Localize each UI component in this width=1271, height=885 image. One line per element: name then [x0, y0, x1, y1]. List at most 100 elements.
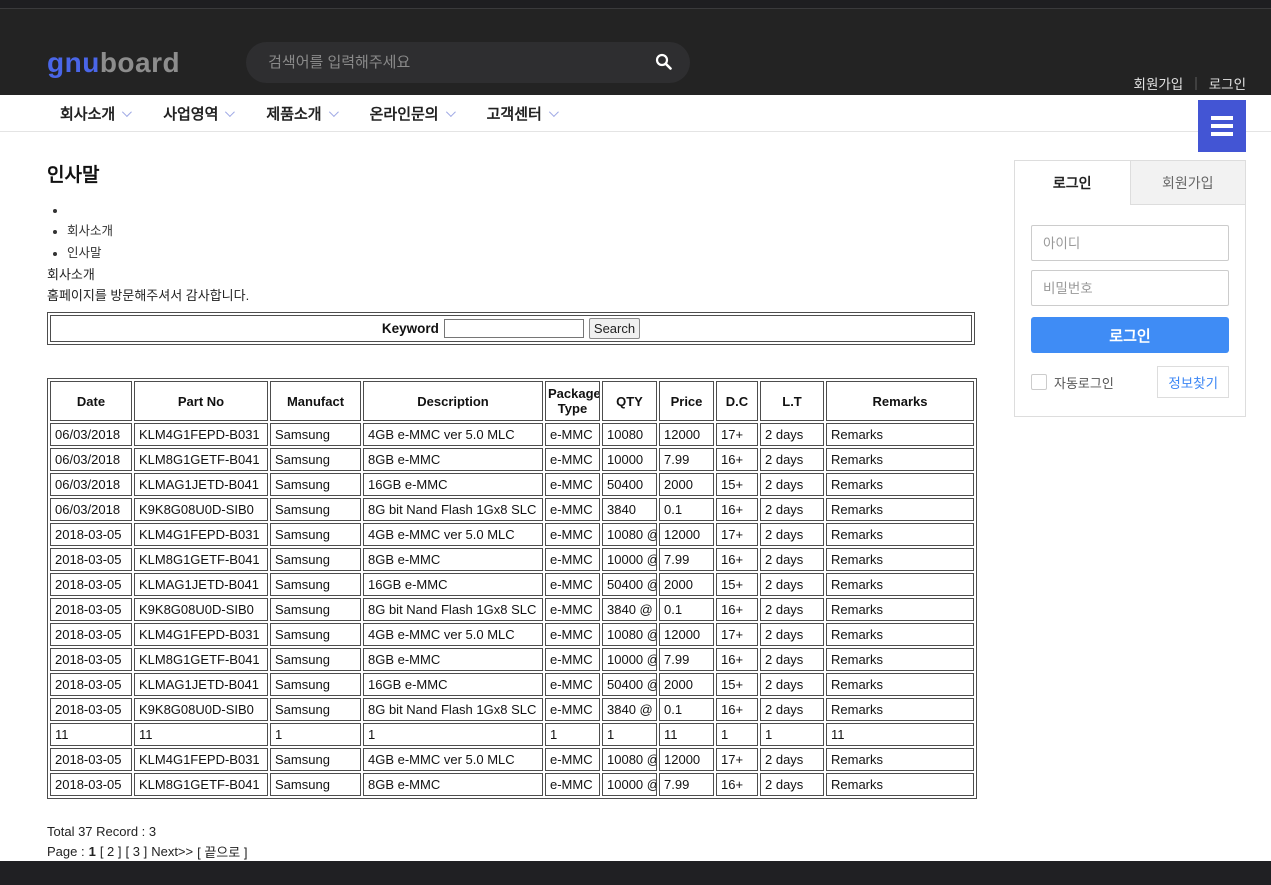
- user-id-input[interactable]: [1031, 225, 1229, 261]
- nav-item-0[interactable]: 회사소개: [60, 103, 129, 124]
- table-cell: 06/03/2018: [50, 498, 132, 521]
- table-cell: 2 days: [760, 473, 824, 496]
- table-cell: 3840: [602, 498, 657, 521]
- table-cell: KLM4G1FEPD-B031: [134, 423, 268, 446]
- table-cell: 12000: [659, 423, 714, 446]
- table-row: 06/03/2018KLMAG1JETD-B041Samsung16GB e-M…: [50, 473, 974, 496]
- link-divider: |: [1194, 75, 1198, 90]
- password-input[interactable]: [1031, 270, 1229, 306]
- table-cell: Remarks: [826, 423, 974, 446]
- login-widget-tab-0[interactable]: 로그인: [1015, 161, 1130, 205]
- main-content: 인사말 회사소개인사말 회사소개 홈페이지를 방문해주셔서 감사합니다. Key…: [47, 132, 1246, 861]
- column-header: Package Type: [545, 381, 600, 421]
- table-cell: 2 days: [760, 673, 824, 696]
- table-cell: 4GB e-MMC ver 5.0 MLC: [363, 523, 543, 546]
- pagination-link-3[interactable]: [ 끝으로 ]: [197, 842, 247, 861]
- table-cell: e-MMC: [545, 473, 600, 496]
- pagination-link-2[interactable]: Next>>: [151, 844, 193, 859]
- table-cell: Samsung: [270, 423, 361, 446]
- table-header-row: DatePart NoManufactDescriptionPackage Ty…: [50, 381, 974, 421]
- table-cell: 7.99: [659, 448, 714, 471]
- find-info-button[interactable]: 정보찾기: [1157, 366, 1229, 398]
- table-cell: 4GB e-MMC ver 5.0 MLC: [363, 623, 543, 646]
- table-cell: 2018-03-05: [50, 623, 132, 646]
- table-cell: 1: [270, 723, 361, 746]
- table-cell: Samsung: [270, 448, 361, 471]
- header-search-input[interactable]: [268, 54, 645, 71]
- table-cell: 1: [716, 723, 758, 746]
- table-row: 11111111111111: [50, 723, 974, 746]
- auto-login-checkbox[interactable]: [1031, 374, 1047, 390]
- table-cell: 0.1: [659, 498, 714, 521]
- menu-toggle-button[interactable]: [1198, 100, 1246, 152]
- table-cell: Remarks: [826, 498, 974, 521]
- table-cell: 10000: [602, 448, 657, 471]
- signup-link[interactable]: 회원가입: [1134, 73, 1184, 93]
- pagination-link-1[interactable]: [ 3 ]: [126, 844, 148, 859]
- table-row: 2018-03-05K9K8G08U0D-SIB0Samsung8G bit N…: [50, 698, 974, 721]
- table-cell: Remarks: [826, 473, 974, 496]
- site-logo[interactable]: gnuboard: [47, 47, 180, 79]
- table-cell: 10000 @: [602, 648, 657, 671]
- table-row: 2018-03-05KLM8G1GETF-B041Samsung8GB e-MM…: [50, 548, 974, 571]
- login-link[interactable]: 로그인: [1209, 73, 1246, 93]
- table-cell: Samsung: [270, 623, 361, 646]
- site-header: gnuboard 회원가입 | 로그인: [0, 9, 1271, 95]
- table-cell: 16+: [716, 698, 758, 721]
- nav-item-2[interactable]: 제품소개: [266, 103, 335, 124]
- header-search-button[interactable]: [645, 47, 682, 79]
- table-cell: 2 days: [760, 748, 824, 771]
- table-cell: KLM4G1FEPD-B031: [134, 623, 268, 646]
- sidebar-login-button[interactable]: 로그인: [1031, 317, 1229, 353]
- keyword-input[interactable]: [444, 319, 584, 338]
- table-cell: Remarks: [826, 773, 974, 796]
- table-cell: 50400 @: [602, 673, 657, 696]
- keyword-search-button[interactable]: Search: [589, 318, 640, 339]
- breadcrumb: 회사소개인사말: [67, 203, 975, 261]
- chevron-down-icon: [329, 107, 339, 117]
- table-cell: e-MMC: [545, 773, 600, 796]
- pagination-link-0[interactable]: [ 2 ]: [100, 844, 122, 859]
- table-cell: 10080 @: [602, 748, 657, 771]
- table-cell: 2000: [659, 673, 714, 696]
- table-cell: 7.99: [659, 548, 714, 571]
- table-cell: Samsung: [270, 773, 361, 796]
- table-cell: 06/03/2018: [50, 448, 132, 471]
- table-cell: KLM4G1FEPD-B031: [134, 523, 268, 546]
- nav-item-1[interactable]: 사업영역: [163, 103, 232, 124]
- login-widget-tab-1[interactable]: 회원가입: [1130, 161, 1246, 205]
- nav-item-label: 온라인문의: [370, 103, 439, 124]
- table-cell: 2018-03-05: [50, 748, 132, 771]
- header-inner: gnuboard 회원가입 | 로그인: [47, 9, 1246, 93]
- breadcrumb-item[interactable]: 인사말: [67, 242, 975, 261]
- table-cell: 16GB e-MMC: [363, 573, 543, 596]
- breadcrumb-item[interactable]: [67, 203, 975, 217]
- column-header: Manufact: [270, 381, 361, 421]
- nav-item-label: 고객센터: [487, 103, 542, 124]
- main-nav: 회사소개 사업영역 제품소개 온라인문의 고객센터: [0, 95, 1271, 132]
- breadcrumb-item[interactable]: 회사소개: [67, 220, 975, 239]
- auto-login-label[interactable]: 자동로그인: [1031, 373, 1114, 392]
- page-root: gnuboard 회원가입 | 로그인 회사소개 사업영역 제품소개 온라인문의 고객센…: [0, 0, 1271, 885]
- table-cell: 16GB e-MMC: [363, 473, 543, 496]
- table-cell: 15+: [716, 673, 758, 696]
- table-cell: 11: [826, 723, 974, 746]
- table-row: 06/03/2018KLM8G1GETF-B041Samsung8GB e-MM…: [50, 448, 974, 471]
- nav-item-3[interactable]: 온라인문의: [370, 103, 453, 124]
- table-cell: K9K8G08U0D-SIB0: [134, 498, 268, 521]
- table-cell: Samsung: [270, 648, 361, 671]
- table-cell: e-MMC: [545, 423, 600, 446]
- logo-text-board: board: [100, 47, 180, 78]
- keyword-search-cell: Keyword Search: [50, 315, 972, 342]
- table-cell: 2018-03-05: [50, 548, 132, 571]
- table-cell: Remarks: [826, 523, 974, 546]
- table-cell: e-MMC: [545, 498, 600, 521]
- table-cell: 2 days: [760, 523, 824, 546]
- table-cell: 0.1: [659, 598, 714, 621]
- auto-login-text: 자동로그인: [1054, 373, 1114, 392]
- table-cell: e-MMC: [545, 623, 600, 646]
- table-cell: 16+: [716, 773, 758, 796]
- table-cell: 8GB e-MMC: [363, 773, 543, 796]
- nav-item-4[interactable]: 고객센터: [487, 103, 556, 124]
- table-cell: 8G bit Nand Flash 1Gx8 SLC: [363, 698, 543, 721]
